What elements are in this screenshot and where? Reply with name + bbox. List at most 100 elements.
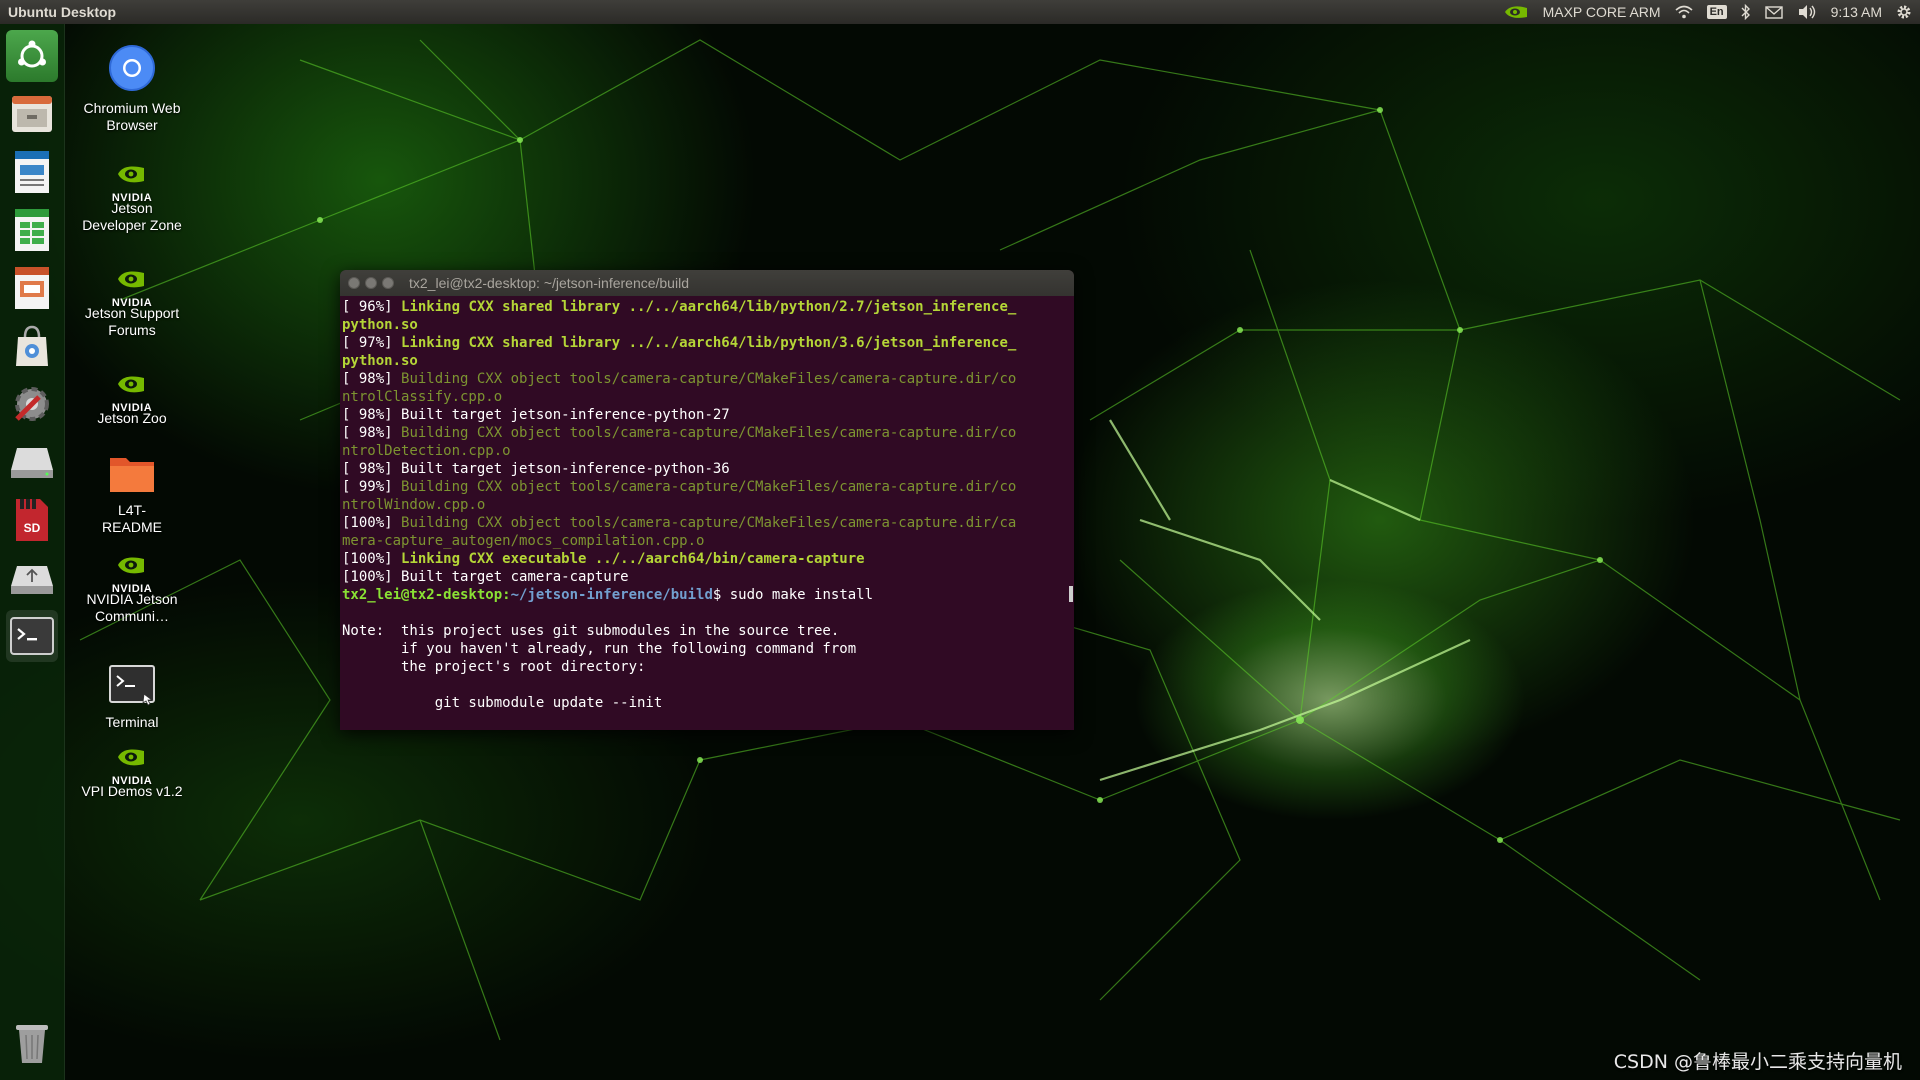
launcher-calc[interactable] xyxy=(6,204,58,256)
terminal-line: [100%] Linking CXX executable ../../aarc… xyxy=(342,550,1072,568)
nvidia-wordmark: NVIDIA xyxy=(111,192,153,204)
launcher-writer[interactable] xyxy=(6,146,58,198)
terminal-title: tx2_lei@tx2-desktop: ~/jetson-inference/… xyxy=(409,275,689,291)
presentation-icon xyxy=(10,265,54,311)
prompt-command: $ sudo make install xyxy=(712,587,874,603)
launcher-drive[interactable] xyxy=(6,436,58,488)
nvidia-wordmark: NVIDIA xyxy=(111,297,153,309)
desktop-icon-label: Terminal xyxy=(105,714,159,730)
terminal-icon xyxy=(9,616,55,656)
progress-prefix: [ 98%] xyxy=(342,407,402,423)
terminal-line: [ 98%] Built target jetson-inference-pyt… xyxy=(342,406,1072,424)
terminal-line: [100%] Built target camera-capture xyxy=(342,568,1072,586)
terminal-icon xyxy=(80,664,184,710)
wrench-icon xyxy=(9,381,55,427)
launcher: SD xyxy=(0,24,65,1080)
launcher-settings[interactable] xyxy=(6,378,58,430)
line-text: python.so xyxy=(342,317,418,333)
terminal-line: [ 99%] Building CXX object tools/camera-… xyxy=(342,478,1072,496)
launcher-sd-card[interactable]: SD xyxy=(6,494,58,546)
desktop-icon-nvidia-jetson-community[interactable]: NVIDIA NVIDIA Jetson Communi… xyxy=(80,553,184,625)
nvidia-icon: NVIDIA xyxy=(104,745,160,787)
progress-prefix: [ 98%] xyxy=(342,371,402,387)
terminal-line: python.so xyxy=(342,316,1072,334)
chromium-icon xyxy=(80,44,184,96)
desktop-icon-jetson-support-forums[interactable]: NVIDIA Jetson Support Forums xyxy=(80,267,184,339)
ubuntu-icon xyxy=(12,36,52,76)
desktop-icon-vpi-demos[interactable]: NVIDIA VPI Demos v1.2 xyxy=(80,745,184,800)
progress-prefix: [ 99%] xyxy=(342,479,402,495)
nvidia-wordmark: NVIDIA xyxy=(111,583,153,595)
terminal-line: [ 98%] Built target jetson-inference-pyt… xyxy=(342,460,1072,478)
shopping-bag-icon xyxy=(10,323,54,369)
terminal-line: [ 97%] Linking CXX shared library ../../… xyxy=(342,334,1072,352)
nvidia-icon: NVIDIA xyxy=(104,162,160,204)
power-mode-indicator[interactable]: MAXP CORE ARM xyxy=(1543,4,1661,20)
clock[interactable]: 9:13 AM xyxy=(1831,4,1882,20)
line-text: ntrolClassify.cpp.o xyxy=(342,389,503,405)
nvidia-icon[interactable] xyxy=(1503,4,1529,20)
nvidia-icon: NVIDIA xyxy=(104,267,160,309)
minimize-icon[interactable] xyxy=(365,277,377,289)
line-text: the project's root directory: xyxy=(342,659,646,675)
gear-icon[interactable] xyxy=(1896,4,1912,20)
desktop-icon-jetson-zoo[interactable]: NVIDIA Jetson Zoo xyxy=(80,372,184,427)
desktop-icon-label: Chromium Web Browser xyxy=(83,100,181,133)
launcher-ubuntu-dash[interactable] xyxy=(6,30,58,82)
system-tray: MAXP CORE ARM En 9:13 AM xyxy=(1503,4,1912,20)
wifi-icon[interactable] xyxy=(1675,5,1693,19)
top-panel: Ubuntu Desktop MAXP CORE ARM En 9:13 AM xyxy=(0,0,1920,24)
line-text: if you haven't already, run the followin… xyxy=(342,641,857,657)
watermark: CSDN @鲁棒最小二乘支持向量机 xyxy=(1613,1051,1902,1073)
terminal-titlebar[interactable]: tx2_lei@tx2-desktop: ~/jetson-inference/… xyxy=(340,270,1074,296)
prompt-separator: : xyxy=(502,587,511,603)
close-icon[interactable] xyxy=(348,277,360,289)
terminal-line: ntrolClassify.cpp.o xyxy=(342,388,1072,406)
terminal-line: [ 98%] Building CXX object tools/camera-… xyxy=(342,424,1072,442)
launcher-terminal[interactable] xyxy=(6,610,58,662)
progress-prefix: [ 98%] xyxy=(342,461,402,477)
maximize-icon[interactable] xyxy=(382,277,394,289)
terminal-line: if you haven't already, run the followin… xyxy=(342,640,1072,658)
line-text: Building CXX object tools/camera-capture… xyxy=(401,371,1017,387)
line-text: Linking CXX shared library ../../aarch64… xyxy=(401,299,1017,315)
nvidia-wordmark: NVIDIA xyxy=(111,775,153,787)
terminal-line: mera-capture_autogen/mocs_compilation.cp… xyxy=(342,532,1072,550)
terminal-window[interactable]: tx2_lei@tx2-desktop: ~/jetson-inference/… xyxy=(340,270,1074,730)
document-icon xyxy=(10,149,54,195)
desktop-icon-label: L4T-README xyxy=(102,502,162,535)
keyboard-layout-indicator[interactable]: En xyxy=(1706,5,1727,19)
launcher-files[interactable] xyxy=(6,88,58,140)
drive-icon xyxy=(9,442,55,482)
bluetooth-icon[interactable] xyxy=(1741,4,1751,20)
sd-card-icon: SD xyxy=(10,497,54,543)
desktop-icon-l4t-readme[interactable]: L4T-README xyxy=(80,452,184,536)
files-icon xyxy=(9,91,55,137)
line-text: mera-capture_autogen/mocs_compilation.cp… xyxy=(342,533,705,549)
line-text: Building CXX object tools/camera-capture… xyxy=(401,425,1017,441)
terminal-scrollbar[interactable] xyxy=(1069,586,1073,602)
launcher-trash[interactable] xyxy=(6,1016,58,1068)
line-text: Linking CXX shared library ../../aarch64… xyxy=(401,335,1017,351)
progress-prefix: [100%] xyxy=(342,551,402,567)
progress-prefix: [ 98%] xyxy=(342,425,402,441)
desktop-icon-terminal[interactable]: Terminal xyxy=(80,664,184,731)
volume-icon[interactable] xyxy=(1797,4,1817,20)
line-text: Building CXX object tools/camera-capture… xyxy=(401,515,1017,531)
terminal-line: [ 96%] Linking CXX shared library ../../… xyxy=(342,298,1072,316)
terminal-output[interactable]: [ 96%] Linking CXX shared library ../../… xyxy=(340,296,1074,712)
terminal-line: the project's root directory: xyxy=(342,658,1072,676)
launcher-usb[interactable] xyxy=(6,552,58,604)
mail-icon[interactable] xyxy=(1764,5,1783,19)
terminal-line: ntrolWindow.cpp.o xyxy=(342,496,1072,514)
terminal-line: Note: this project uses git submodules i… xyxy=(342,622,1072,640)
desktop-icon-chromium[interactable]: Chromium Web Browser xyxy=(80,44,184,134)
launcher-impress[interactable] xyxy=(6,262,58,314)
line-text: ntrolDetection.cpp.o xyxy=(342,443,511,459)
folder-icon xyxy=(80,452,184,498)
desktop-icon-jetson-developer-zone[interactable]: NVIDIA Jetson Developer Zone xyxy=(80,162,184,234)
progress-prefix: [100%] xyxy=(342,515,402,531)
launcher-software[interactable] xyxy=(6,320,58,372)
nvidia-icon: NVIDIA xyxy=(104,372,160,414)
